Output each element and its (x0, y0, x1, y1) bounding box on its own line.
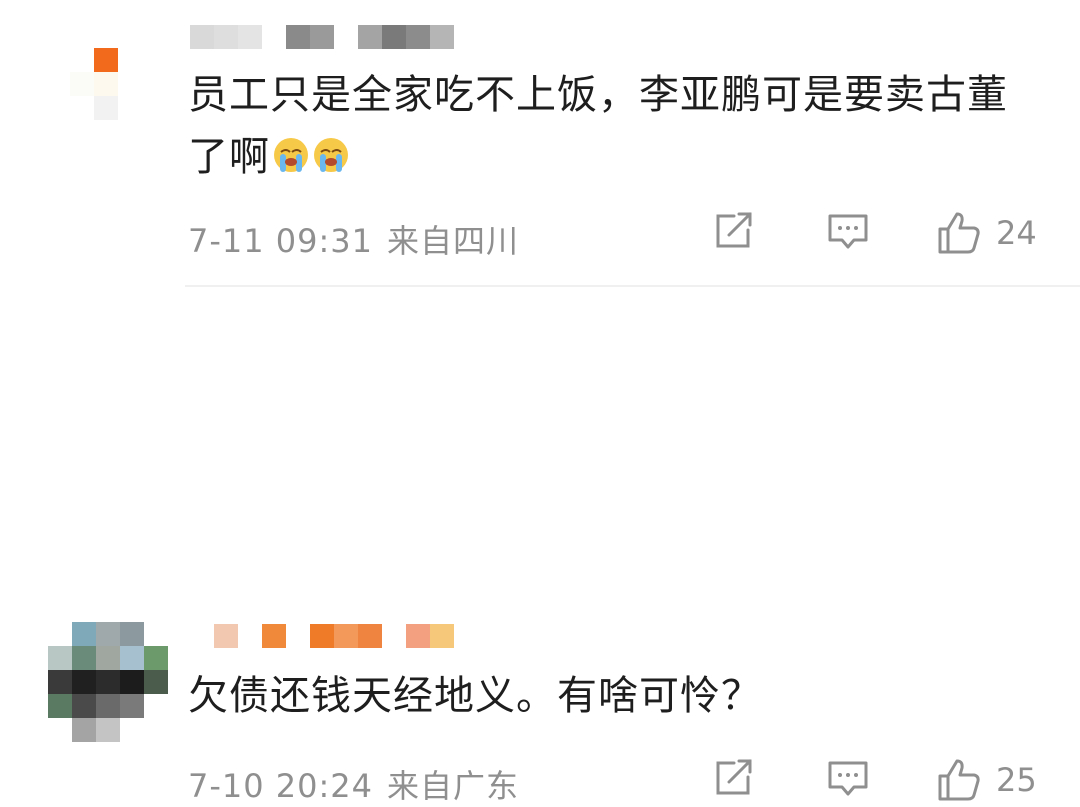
like-button[interactable]: 24 (936, 210, 1037, 256)
username-blurred[interactable] (190, 25, 454, 49)
like-count: 24 (996, 214, 1037, 252)
comment-text: 欠债还钱天经地义。有啥可怜？ (188, 673, 762, 719)
comment-item: 员工只是全家吃不上饭，李亚鹏可是要卖古董了啊 7-11 09:31 来自四川 24 (0, 0, 1080, 285)
comment-location: 来自广东 (387, 767, 520, 805)
share-icon (716, 759, 752, 795)
comment-location: 来自四川 (387, 222, 520, 260)
comment-icon (828, 214, 868, 249)
like-button[interactable]: 25 (936, 757, 1037, 803)
crying-emoji-icon (272, 136, 310, 174)
username-blurred[interactable] (190, 624, 454, 648)
comment-item: 欠债还钱天经地义。有啥可怜？ 7-10 20:24 来自广东 25 (0, 287, 1080, 805)
reply-button[interactable] (826, 210, 870, 252)
comment-icon (828, 761, 868, 796)
comment-date: 7-11 09:31 (188, 222, 374, 260)
share-button[interactable] (712, 757, 756, 799)
crying-emoji-icon (312, 136, 350, 174)
comment-meta: 7-11 09:31 来自四川 (188, 216, 519, 262)
comment-text: 员工只是全家吃不上饭，李亚鹏可是要卖古董了啊 (188, 72, 1008, 180)
comment-meta: 7-10 20:24 来自广东 (188, 761, 519, 807)
avatar[interactable] (48, 622, 168, 742)
reply-button[interactable] (826, 757, 870, 799)
share-icon (716, 212, 752, 248)
comment-date: 7-10 20:24 (188, 767, 374, 805)
thumbs-up-icon (938, 212, 980, 254)
like-count: 25 (996, 761, 1037, 799)
share-button[interactable] (712, 210, 756, 252)
avatar[interactable] (70, 48, 142, 120)
thumbs-up-icon (938, 759, 980, 801)
